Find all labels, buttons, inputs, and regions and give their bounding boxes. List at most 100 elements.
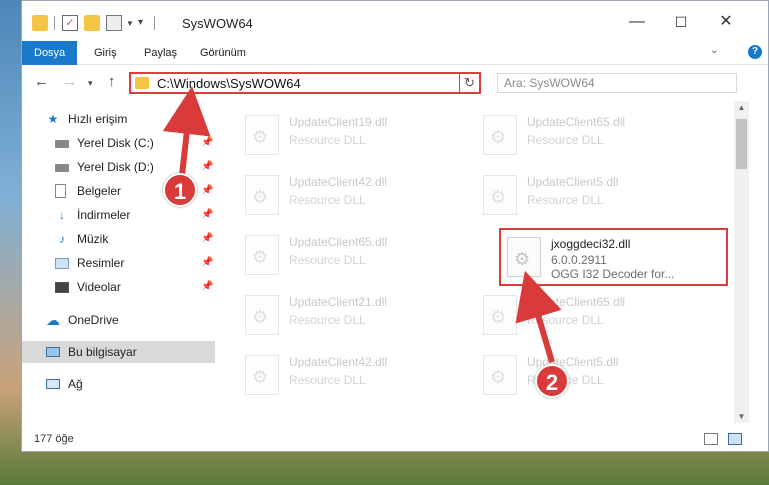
sidebar-item-label: Hızlı erişim — [68, 112, 128, 126]
window-title: SysWOW64 — [182, 16, 253, 31]
dll-file-icon: ⚙ — [245, 235, 279, 275]
vertical-scrollbar[interactable]: ▲ ▼ — [734, 101, 749, 423]
documents-icon — [55, 184, 66, 198]
network-icon — [46, 379, 60, 389]
tab-view[interactable]: Görünüm — [200, 41, 246, 65]
sidebar-item-network[interactable]: Ağ — [22, 373, 215, 395]
up-arrow-icon[interactable]: ↑ — [108, 73, 116, 90]
computer-icon — [46, 347, 60, 357]
file-item[interactable]: ⚙ UpdateClient19.dll Resource DLL — [237, 107, 467, 163]
sidebar-item-downloads[interactable]: ↓ İndirmeler 📌 — [22, 204, 215, 226]
sidebar-item-quick-access[interactable]: ★ Hızlı erişim — [22, 108, 215, 130]
dll-file-icon: ⚙ — [245, 295, 279, 335]
search-input[interactable]: Ara: SysWOW64 — [497, 73, 737, 93]
tab-share[interactable]: Paylaş — [144, 41, 177, 65]
recent-locations-icon[interactable]: ▾ — [88, 78, 93, 89]
sidebar-item-label: Ağ — [68, 377, 83, 391]
sidebar-item-disk-c[interactable]: Yerel Disk (C:) 📌 — [22, 132, 215, 154]
pin-icon[interactable]: 📌 — [201, 132, 213, 154]
file-item[interactable]: ⚙ UpdateClient42.dll Resource DLL — [237, 347, 467, 403]
expand-ribbon-icon[interactable]: ⌄ — [710, 45, 718, 56]
sidebar-item-label: Videolar — [77, 280, 121, 294]
tab-home[interactable]: Giriş — [94, 41, 117, 65]
forward-arrow-icon[interactable]: → — [62, 73, 77, 90]
dll-file-icon: ⚙ — [245, 175, 279, 215]
pin-icon[interactable]: 📌 — [201, 180, 213, 202]
file-item[interactable]: ⚙ UpdateClient65.dll Resource DLL — [237, 227, 467, 283]
drive-icon — [55, 140, 69, 148]
file-name: UpdateClient5.dll — [527, 175, 619, 189]
refresh-button[interactable]: ↻ — [459, 72, 481, 94]
file-description: Resource DLL — [289, 133, 366, 147]
minimize-button[interactable]: — — [625, 11, 649, 33]
navigation-bar: ← → ▾ ↑ C:\Windows\SysWOW64 ⌄ ↻ Ara: Sys… — [22, 65, 768, 101]
dll-file-icon: ⚙ — [483, 115, 517, 155]
cloud-icon: ☁ — [46, 312, 60, 328]
back-arrow-icon[interactable]: ← — [34, 73, 49, 90]
scroll-down-icon[interactable]: ▼ — [734, 412, 749, 421]
pin-icon[interactable]: 📌 — [201, 252, 213, 274]
dropdown-arrow-icon[interactable]: ▾ — [138, 17, 154, 33]
status-bar: 177 öğe — [22, 429, 768, 451]
scrollbar-thumb[interactable] — [736, 119, 747, 169]
file-list: ⚙ UpdateClient19.dll Resource DLL ⚙ Upda… — [237, 101, 734, 423]
file-description: Resource DLL — [289, 253, 366, 267]
sidebar-item-this-pc[interactable]: Bu bilgisayar — [22, 341, 215, 363]
sidebar-item-pictures[interactable]: Resimler 📌 — [22, 252, 215, 274]
sidebar-item-label: Yerel Disk (C:) — [77, 136, 154, 150]
address-bar[interactable]: C:\Windows\SysWOW64 ⌄ — [129, 72, 481, 94]
sidebar-item-label: İndirmeler — [77, 208, 131, 222]
scroll-up-icon[interactable]: ▲ — [734, 103, 749, 112]
file-item[interactable]: ⚙ UpdateClient65.dll Resource DLL — [475, 107, 705, 163]
ribbon: Dosya Giriş Paylaş Görünüm ⌄ ? — [22, 41, 768, 65]
file-name: UpdateClient42.dll — [289, 355, 388, 369]
sidebar-item-label: Müzik — [77, 232, 109, 246]
large-icons-view-icon[interactable] — [728, 433, 742, 445]
file-item[interactable]: ⚙ UpdateClient5.dll Resource DLL — [475, 167, 705, 223]
sidebar-item-onedrive[interactable]: ☁ OneDrive — [22, 309, 215, 331]
address-text[interactable]: C:\Windows\SysWOW64 — [157, 76, 301, 91]
file-item[interactable]: ⚙ UpdateClient42.dll Resource DLL — [237, 167, 467, 223]
pin-icon[interactable]: 📌 — [201, 228, 213, 250]
callout-1: 1 — [163, 173, 197, 207]
properties-icon[interactable]: ✓ — [62, 15, 78, 31]
item-count: 177 öğe — [34, 433, 74, 445]
tab-file[interactable]: Dosya — [22, 41, 78, 65]
file-description: Resource DLL — [527, 133, 604, 147]
video-icon — [55, 282, 69, 293]
file-item[interactable]: ⚙ UpdateClient65.dll Resource DLL — [475, 287, 705, 343]
file-name: UpdateClient21.dll — [289, 295, 388, 309]
file-name: UpdateClient42.dll — [289, 175, 388, 189]
details-view-icon[interactable] — [704, 433, 718, 445]
drive-icon — [55, 164, 69, 172]
maximize-button[interactable]: ☐ — [669, 11, 693, 33]
file-item[interactable]: ⚙ UpdateClient21.dll Resource DLL — [237, 287, 467, 343]
help-icon[interactable]: ? — [748, 45, 762, 59]
dll-file-icon: ⚙ — [245, 115, 279, 155]
sidebar-item-label: Belgeler — [77, 184, 122, 198]
sidebar-item-videos[interactable]: Videolar 📌 — [22, 276, 215, 298]
pin-icon[interactable]: 📌 — [201, 156, 213, 178]
pictures-icon — [55, 258, 69, 269]
file-name: UpdateClient65.dll — [527, 115, 626, 129]
dll-file-icon: ⚙ — [245, 355, 279, 395]
customize-icon[interactable] — [106, 15, 122, 31]
close-button[interactable]: ✕ — [714, 11, 738, 33]
sidebar-item-music[interactable]: ♪ Müzik 📌 — [22, 228, 215, 250]
file-description: Resource DLL — [527, 313, 604, 327]
file-description: Resource DLL — [289, 313, 366, 327]
file-name: UpdateClient65.dll — [527, 295, 626, 309]
file-name: UpdateClient19.dll — [289, 115, 388, 129]
title-bar: ✓ ▼ ▾ SysWOW64 — ☐ ✕ — [22, 1, 768, 41]
file-description: Resource DLL — [289, 373, 366, 387]
separator — [54, 16, 55, 30]
file-item[interactable]: ⚙ UpdateClient5.dll Resource DLL — [475, 347, 705, 403]
new-folder-icon[interactable] — [84, 15, 100, 31]
pin-icon[interactable]: 📌 — [201, 276, 213, 298]
sidebar-item-label: Bu bilgisayar — [68, 345, 137, 359]
file-name: UpdateClient65.dll — [289, 235, 388, 249]
pin-icon[interactable]: 📌 — [201, 204, 213, 226]
star-icon: ★ — [47, 112, 59, 126]
download-icon: ↓ — [59, 208, 65, 222]
dll-file-icon: ⚙ — [483, 355, 517, 395]
